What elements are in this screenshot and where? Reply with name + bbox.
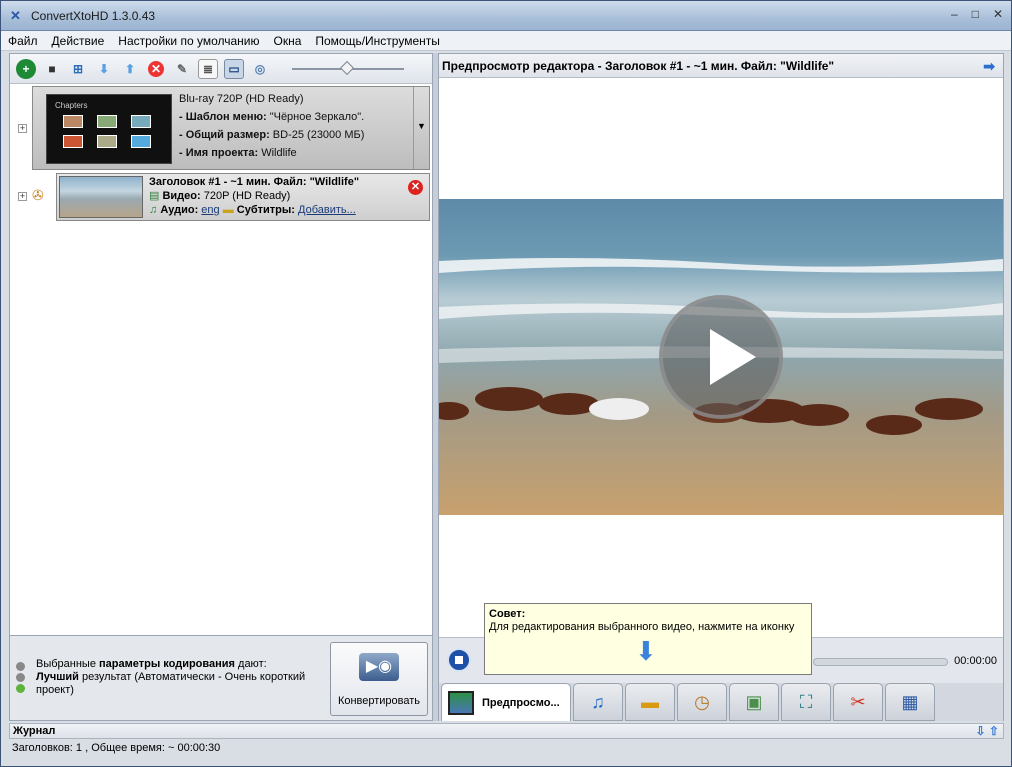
stopwatch-icon: ◷ — [694, 691, 710, 712]
tab-film-settings[interactable]: ▦ — [885, 683, 935, 721]
picture-edit-icon: ▣ — [745, 691, 763, 712]
settings-wrench-icon[interactable]: ✎ — [172, 59, 192, 79]
add-icon[interactable]: + — [16, 59, 36, 79]
encoding-line1-bold: параметры кодирования — [99, 658, 235, 670]
tab-resize[interactable]: ⛶ — [781, 683, 831, 721]
journal-bar[interactable]: Журнал ⇩ ⇧ — [9, 723, 1004, 739]
encoding-status-panel: Выбранные параметры кодирования дают: Лу… — [9, 635, 433, 721]
menu-template-thumbnail: Chapters — [46, 94, 172, 164]
film-strip-icon: ▦ — [901, 691, 919, 712]
disc-dropdown-arrow[interactable]: ▼ — [413, 87, 429, 169]
preview-monitor-icon[interactable]: ▭ — [224, 59, 244, 79]
audio-track-link[interactable]: eng — [201, 204, 219, 216]
tab-image[interactable]: ▣ — [729, 683, 779, 721]
video-value: 720P (HD Ready) — [203, 190, 291, 202]
project-name-value: Wildlife — [261, 147, 297, 159]
seek-bar[interactable] — [813, 658, 948, 666]
project-name-label: - Имя проекта: — [179, 147, 259, 159]
close-icon[interactable]: ✕ — [993, 7, 1003, 21]
tip-title: Совет: — [489, 608, 526, 620]
subtitle-bubble-tab-icon: ▬ — [641, 691, 659, 712]
add-subtitles-link[interactable]: Добавить... — [298, 204, 356, 216]
window-title: ConvertXtoHD 1.3.0.43 — [31, 9, 156, 23]
title-item[interactable]: Заголовок #1 - ~1 мин. Файл: "Wildlife" … — [56, 173, 430, 221]
traffic-light-icon — [16, 662, 26, 695]
video-preview[interactable] — [439, 199, 1003, 515]
journal-title: Журнал — [13, 725, 56, 737]
menu-action[interactable]: Действие — [45, 31, 112, 49]
chapters-icon[interactable]: ⊞ — [68, 59, 88, 79]
preview-header-title: Предпросмотр редактора - Заголовок #1 - … — [442, 59, 835, 73]
status-bar: Заголовков: 1 , Общее время: ~ 00:00:30 — [9, 740, 1004, 760]
tab-preview-label: Предпросмо... — [482, 696, 560, 709]
tab-preview[interactable]: Предпросмо... — [441, 683, 571, 721]
menu-help-tools[interactable]: Помощь/Инструменты — [308, 31, 447, 49]
journal-arrows-icon[interactable]: ⇩ ⇧ — [976, 724, 999, 738]
move-down-icon[interactable]: ⬇ — [94, 59, 114, 79]
title-heading: Заголовок #1 - ~1 мин. Файл: "Wildlife" — [149, 176, 360, 188]
menu-defaults[interactable]: Настройки по умолчанию — [111, 31, 266, 49]
playback-time: 00:00:00 — [954, 655, 997, 667]
disc-format: Blu-ray 720P (HD Ready) — [179, 93, 304, 105]
save-icon[interactable]: ■ — [42, 59, 62, 79]
convert-button[interactable]: ▶◉ Конвертировать — [330, 642, 428, 716]
arrow-down-icon: ⬇ — [635, 636, 657, 666]
encoding-line1-post: дают: — [234, 658, 267, 670]
video-thumbnail — [59, 176, 143, 218]
video-film-icon: ▤ — [149, 190, 160, 202]
subtitles-label: Субтитры: — [236, 204, 295, 216]
encoding-line2-bold: Лучший — [36, 671, 79, 683]
tab-cut[interactable]: ✂ — [833, 683, 883, 721]
fit-screen-icon: ⛶ — [799, 691, 813, 712]
disc-icon[interactable]: ◎ — [250, 59, 270, 79]
tab-chapters[interactable]: ◷ — [677, 683, 727, 721]
menu-windows[interactable]: Окна — [266, 31, 308, 49]
video-label: Видео: — [162, 190, 201, 202]
menu-template-value: "Чёрное Зеркало". — [269, 111, 365, 123]
disc-expander[interactable]: + — [18, 124, 27, 133]
app-window: ✕ ConvertXtoHD 1.3.0.43 – □ ✕ Файл Действ… — [0, 0, 1012, 767]
scissors-icon: ✂ — [850, 691, 866, 712]
total-size-value: BD-25 (23000 МБ) — [272, 129, 365, 141]
tip-tooltip: Совет: Для редактирования выбранного вид… — [484, 603, 812, 675]
total-size-label: - Общий размер: — [179, 129, 270, 141]
minimize-icon[interactable]: – — [951, 7, 958, 21]
subtitle-bubble-icon: ▬ — [222, 204, 234, 216]
menu-file[interactable]: Файл — [1, 31, 45, 49]
tip-text: Для редактирования выбранного видео, наж… — [489, 621, 795, 633]
arrow-right-icon[interactable]: ➡ — [983, 58, 995, 75]
app-logo-icon: ✕ — [10, 8, 21, 23]
toolbar: + ■ ⊞ ⬇ ⬆ ✕ ✎ ≣ ▭ ◎ — [10, 54, 432, 84]
audio-note-icon: ♫ — [149, 204, 158, 216]
stop-button[interactable] — [447, 648, 471, 672]
convert-label: Конвертировать — [337, 695, 421, 707]
thumb-caption: Chapters — [55, 101, 88, 110]
remove-icon[interactable]: ✕ — [148, 61, 164, 77]
play-icon[interactable] — [659, 295, 783, 419]
preview-header: Предпросмотр редактора - Заголовок #1 - … — [439, 54, 1003, 78]
title-expander[interactable]: + — [18, 192, 27, 201]
encoding-line1-pre: Выбранные — [36, 658, 100, 670]
move-up-icon[interactable]: ⬆ — [120, 59, 140, 79]
menu-bar: Файл Действие Настройки по умолчанию Окна По… — [1, 31, 1011, 51]
tab-audio[interactable]: ♫ — [573, 683, 623, 721]
subtitle-icon[interactable]: ≣ — [198, 59, 218, 79]
tab-subtitles[interactable]: ▬ — [625, 683, 675, 721]
editor-tabs: Предпросмо... ♫ ▬ ◷ ▣ ⛶ ✂ ▦ — [439, 683, 1003, 721]
zoom-slider[interactable] — [292, 60, 404, 76]
audio-label: Аудио: — [160, 204, 199, 216]
title-bar: ✕ ConvertXtoHD 1.3.0.43 – □ ✕ — [1, 1, 1011, 31]
preview-video-icon — [448, 690, 474, 715]
encoding-message: Выбранные параметры кодирования дают: Лу… — [36, 658, 326, 697]
film-reel-icon: ✇ — [32, 187, 44, 203]
project-panel: + ■ ⊞ ⬇ ⬆ ✕ ✎ ≣ ▭ ◎ + Chapters Blu-ray 7… — [9, 53, 433, 721]
menu-template-label: - Шаблон меню: — [179, 111, 267, 123]
status-text: Заголовков: 1 , Общее время: ~ 00:00:30 — [12, 742, 221, 754]
convert-film-disc-icon: ▶◉ — [359, 653, 399, 681]
zoom-slider-thumb[interactable] — [339, 60, 355, 76]
maximize-icon[interactable]: □ — [972, 7, 979, 21]
remove-title-icon[interactable]: ✕ — [408, 180, 423, 195]
music-note-icon: ♫ — [591, 691, 605, 712]
disc-item[interactable]: Chapters Blu-ray 720P (HD Ready) - Шабло… — [32, 86, 430, 170]
